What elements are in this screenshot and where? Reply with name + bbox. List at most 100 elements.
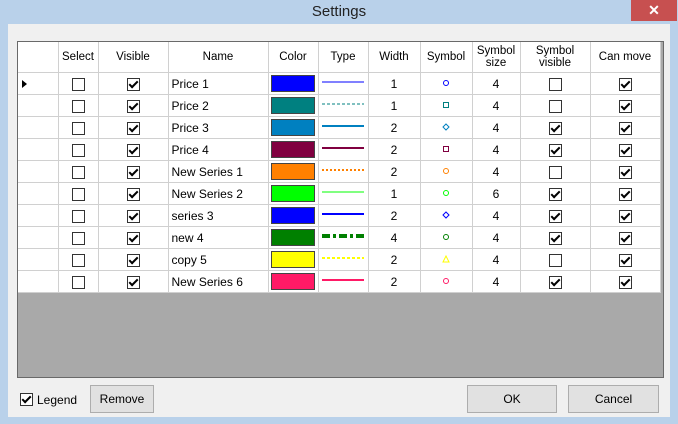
width-cell[interactable]: 1 — [368, 72, 421, 95]
row-header[interactable] — [18, 160, 59, 183]
color-cell[interactable] — [268, 270, 319, 293]
series-row[interactable]: New Series 6 2 4 — [18, 270, 661, 293]
can-move-checkbox[interactable] — [618, 77, 632, 91]
symbol-visible-checkbox[interactable] — [548, 99, 562, 113]
column-header-visible[interactable]: Visible — [98, 42, 169, 73]
symbol-cell[interactable] — [420, 72, 473, 95]
select-checkbox[interactable] — [71, 231, 85, 245]
width-cell[interactable]: 1 — [368, 94, 421, 117]
color-swatch[interactable] — [271, 229, 315, 246]
select-checkbox[interactable] — [71, 77, 85, 91]
legend-checkbox[interactable] — [20, 393, 33, 406]
symbol-cell[interactable] — [420, 270, 473, 293]
color-swatch[interactable] — [271, 75, 315, 92]
name-cell[interactable]: New Series 6 — [168, 270, 269, 293]
symbol-size-cell[interactable]: 4 — [472, 116, 521, 139]
select-cell[interactable] — [58, 248, 99, 271]
series-row[interactable]: New Series 1 2 4 — [18, 160, 661, 183]
can-move-cell[interactable] — [590, 116, 661, 139]
can-move-cell[interactable] — [590, 204, 661, 227]
type-cell[interactable] — [318, 116, 369, 139]
can-move-cell[interactable] — [590, 248, 661, 271]
symbol-size-cell[interactable]: 4 — [472, 94, 521, 117]
width-cell[interactable]: 2 — [368, 116, 421, 139]
row-header[interactable] — [18, 226, 59, 249]
row-header[interactable] — [18, 182, 59, 205]
symbol-size-cell[interactable]: 4 — [472, 72, 521, 95]
symbol-visible-checkbox[interactable] — [548, 121, 562, 135]
select-cell[interactable] — [58, 270, 99, 293]
symbol-cell[interactable] — [420, 182, 473, 205]
color-cell[interactable] — [268, 204, 319, 227]
name-cell[interactable]: new 4 — [168, 226, 269, 249]
name-cell[interactable]: series 3 — [168, 204, 269, 227]
symbol-size-cell[interactable]: 4 — [472, 160, 521, 183]
select-cell[interactable] — [58, 182, 99, 205]
series-grid[interactable]: Select Visible Name Color Type Width Sym… — [17, 41, 664, 378]
visible-checkbox[interactable] — [126, 121, 140, 135]
series-row[interactable]: series 3 2 4 — [18, 204, 661, 227]
symbol-visible-cell[interactable] — [520, 226, 591, 249]
select-cell[interactable] — [58, 204, 99, 227]
can-move-cell[interactable] — [590, 160, 661, 183]
color-cell[interactable] — [268, 116, 319, 139]
series-row[interactable]: copy 5 2 4 — [18, 248, 661, 271]
type-cell[interactable] — [318, 204, 369, 227]
series-row[interactable]: New Series 2 1 6 — [18, 182, 661, 205]
symbol-size-cell[interactable]: 4 — [472, 204, 521, 227]
series-row[interactable]: Price 2 1 4 — [18, 94, 661, 117]
symbol-cell[interactable] — [420, 248, 473, 271]
color-cell[interactable] — [268, 160, 319, 183]
symbol-visible-checkbox[interactable] — [548, 187, 562, 201]
symbol-visible-checkbox[interactable] — [548, 165, 562, 179]
column-header-width[interactable]: Width — [368, 42, 421, 73]
can-move-cell[interactable] — [590, 270, 661, 293]
visible-cell[interactable] — [98, 248, 169, 271]
select-checkbox[interactable] — [71, 275, 85, 289]
type-cell[interactable] — [318, 160, 369, 183]
symbol-visible-checkbox[interactable] — [548, 253, 562, 267]
symbol-cell[interactable] — [420, 116, 473, 139]
row-header[interactable] — [18, 204, 59, 227]
select-checkbox[interactable] — [71, 187, 85, 201]
symbol-visible-cell[interactable] — [520, 116, 591, 139]
width-cell[interactable]: 4 — [368, 226, 421, 249]
row-header[interactable] — [18, 94, 59, 117]
select-cell[interactable] — [58, 160, 99, 183]
symbol-visible-checkbox[interactable] — [548, 231, 562, 245]
can-move-cell[interactable] — [590, 138, 661, 161]
close-button[interactable]: ✕ — [631, 0, 677, 21]
width-cell[interactable]: 2 — [368, 204, 421, 227]
series-row[interactable]: Price 1 1 4 — [18, 72, 661, 95]
width-cell[interactable]: 1 — [368, 182, 421, 205]
symbol-size-cell[interactable]: 4 — [472, 270, 521, 293]
visible-cell[interactable] — [98, 116, 169, 139]
symbol-visible-checkbox[interactable] — [548, 275, 562, 289]
color-swatch[interactable] — [271, 185, 315, 202]
can-move-checkbox[interactable] — [618, 165, 632, 179]
symbol-visible-cell[interactable] — [520, 94, 591, 117]
title-bar[interactable]: Settings ✕ — [0, 0, 678, 24]
symbol-visible-cell[interactable] — [520, 248, 591, 271]
visible-cell[interactable] — [98, 160, 169, 183]
can-move-checkbox[interactable] — [618, 187, 632, 201]
symbol-cell[interactable] — [420, 160, 473, 183]
color-cell[interactable] — [268, 226, 319, 249]
select-checkbox[interactable] — [71, 209, 85, 223]
color-swatch[interactable] — [271, 141, 315, 158]
ok-button[interactable]: OK — [467, 385, 557, 413]
visible-checkbox[interactable] — [126, 209, 140, 223]
width-cell[interactable]: 2 — [368, 270, 421, 293]
column-header-select[interactable]: Select — [58, 42, 99, 73]
width-cell[interactable]: 2 — [368, 248, 421, 271]
column-header-can-move[interactable]: Can move — [590, 42, 661, 73]
type-cell[interactable] — [318, 138, 369, 161]
width-cell[interactable]: 2 — [368, 138, 421, 161]
select-checkbox[interactable] — [71, 165, 85, 179]
select-checkbox[interactable] — [71, 143, 85, 157]
symbol-visible-cell[interactable] — [520, 160, 591, 183]
name-cell[interactable]: New Series 2 — [168, 182, 269, 205]
visible-checkbox[interactable] — [126, 275, 140, 289]
symbol-size-cell[interactable]: 4 — [472, 226, 521, 249]
select-checkbox[interactable] — [71, 253, 85, 267]
